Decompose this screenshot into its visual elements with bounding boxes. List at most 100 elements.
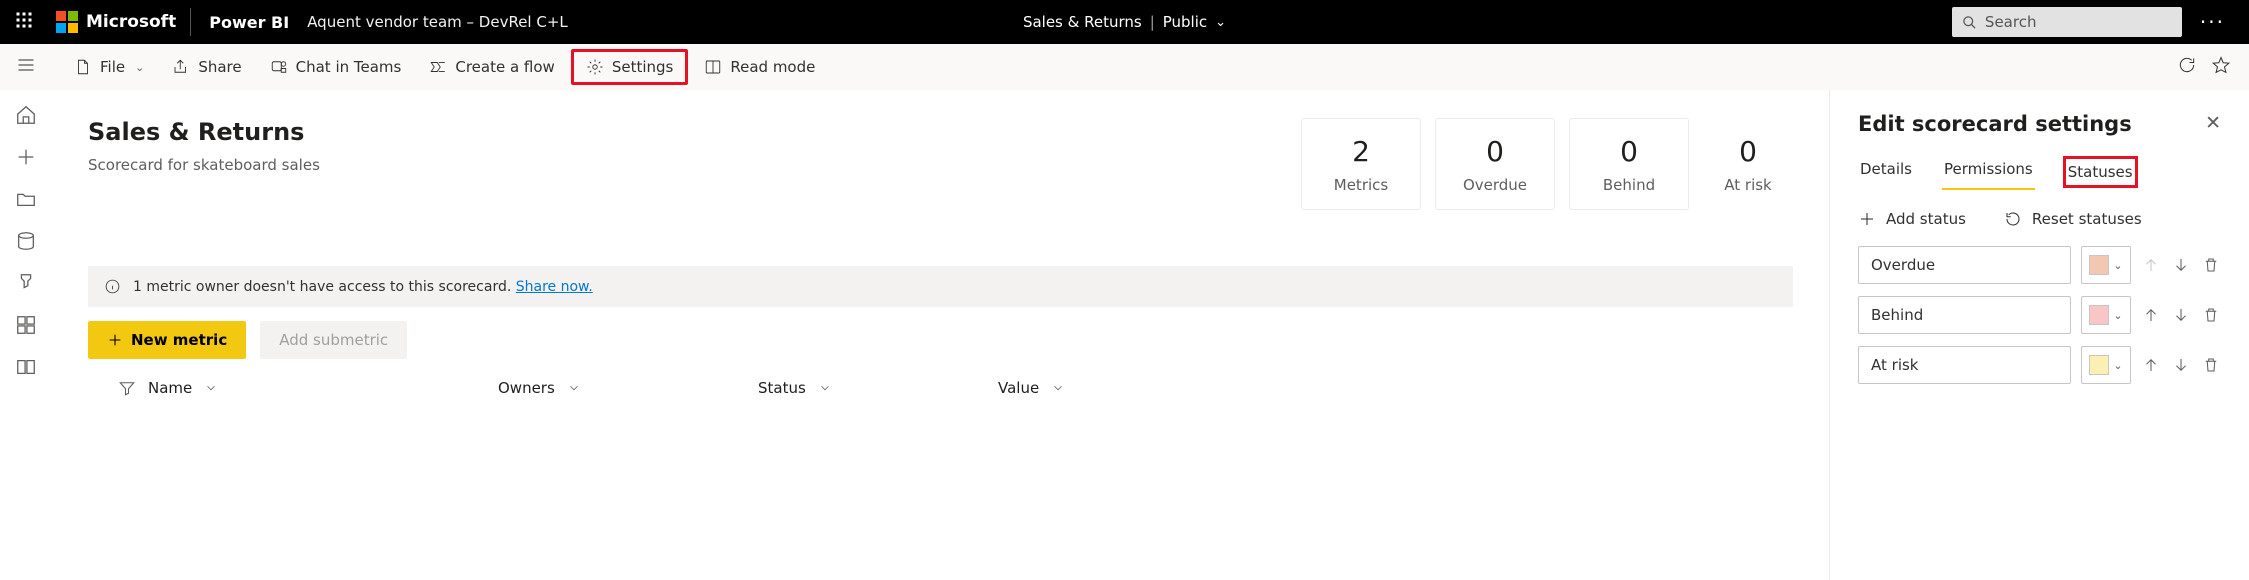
- more-options[interactable]: ···: [2200, 10, 2225, 34]
- tile-value: 0: [1739, 135, 1757, 168]
- learn-nav[interactable]: [15, 356, 37, 378]
- reset-statuses-button[interactable]: Reset statuses: [2004, 210, 2142, 228]
- datahub-nav[interactable]: [15, 230, 37, 252]
- status-row: Behind ⌄: [1858, 296, 2221, 334]
- chevron-down-icon: ⌄: [2113, 309, 2122, 322]
- flow-label: Create a flow: [455, 58, 554, 76]
- workspace-breadcrumb[interactable]: Aquent vendor team – DevRel C+L: [307, 13, 568, 31]
- ms-logo-icon: [56, 11, 78, 33]
- tile-value: 2: [1352, 135, 1370, 168]
- plus-icon: [1858, 210, 1876, 228]
- status-color-picker[interactable]: ⌄: [2081, 246, 2131, 284]
- visibility-label: Public: [1163, 13, 1207, 31]
- nav-toggle[interactable]: [16, 55, 36, 79]
- search-icon: [1962, 15, 1977, 30]
- teams-icon: [270, 58, 288, 76]
- col-name[interactable]: Name: [148, 379, 192, 397]
- plus-icon: [107, 332, 123, 348]
- status-row: At risk ⌄: [1858, 346, 2221, 384]
- move-up-button: [2141, 255, 2161, 275]
- create-flow-button[interactable]: Create a flow: [417, 52, 566, 82]
- move-down-button[interactable]: [2171, 255, 2191, 275]
- chevron-down-icon[interactable]: [1051, 381, 1065, 395]
- gear-icon: [586, 58, 604, 76]
- move-down-button[interactable]: [2171, 355, 2191, 375]
- metrics-nav[interactable]: [15, 272, 37, 294]
- create-nav[interactable]: [15, 146, 37, 168]
- col-status[interactable]: Status: [758, 379, 806, 397]
- share-button[interactable]: Share: [160, 52, 253, 82]
- file-label: File: [100, 58, 125, 76]
- apps-nav[interactable]: [15, 314, 37, 336]
- report-title: Sales & Returns: [1023, 13, 1142, 31]
- share-now-link[interactable]: Share now.: [516, 279, 593, 295]
- metrics-table-header: Name Owners Status Value: [88, 379, 1793, 397]
- add-submetric-label: Add submetric: [279, 331, 388, 349]
- tab-permissions[interactable]: Permissions: [1942, 156, 2035, 188]
- move-up-button[interactable]: [2141, 355, 2161, 375]
- status-name-input[interactable]: Behind: [1858, 296, 2071, 334]
- chevron-down-icon: ⌄: [2113, 359, 2122, 372]
- share-icon: [172, 58, 190, 76]
- access-warning-banner: 1 metric owner doesn't have access to th…: [88, 266, 1793, 307]
- tile-value: 0: [1620, 135, 1638, 168]
- search-input[interactable]: Search: [1952, 7, 2182, 37]
- status-name-input[interactable]: At risk: [1858, 346, 2071, 384]
- banner-text: 1 metric owner doesn't have access to th…: [133, 279, 516, 295]
- tile-label: At risk: [1724, 176, 1771, 194]
- home-nav[interactable]: [15, 104, 37, 126]
- status-color-picker[interactable]: ⌄: [2081, 346, 2131, 384]
- add-submetric-button: Add submetric: [260, 321, 407, 359]
- new-metric-label: New metric: [131, 331, 227, 349]
- chevron-down-icon: ⌄: [1215, 15, 1226, 30]
- delete-status-button[interactable]: [2201, 305, 2221, 325]
- chevron-down-icon[interactable]: [567, 381, 581, 395]
- title-bar-center[interactable]: Sales & Returns | Public ⌄: [1023, 13, 1226, 31]
- tile-overdue[interactable]: 0 Overdue: [1435, 118, 1555, 210]
- readmode-label: Read mode: [730, 58, 815, 76]
- tile-label: Behind: [1603, 176, 1655, 194]
- delete-status-button[interactable]: [2201, 255, 2221, 275]
- left-nav-rail: [0, 90, 52, 580]
- settings-button[interactable]: Settings: [571, 49, 689, 85]
- tile-atrisk[interactable]: 0 At risk: [1703, 118, 1793, 210]
- microsoft-logo: Microsoft: [48, 8, 191, 36]
- chevron-down-icon: ⌄: [2113, 259, 2122, 272]
- app-launcher[interactable]: [0, 11, 48, 33]
- refresh-button[interactable]: [2177, 55, 2197, 79]
- add-status-button[interactable]: Add status: [1858, 210, 1966, 228]
- new-metric-button[interactable]: New metric: [88, 321, 246, 359]
- chevron-down-icon: ⌄: [135, 61, 144, 74]
- move-down-button[interactable]: [2171, 305, 2191, 325]
- tile-metrics[interactable]: 2 Metrics: [1301, 118, 1421, 210]
- tile-behind[interactable]: 0 Behind: [1569, 118, 1689, 210]
- filter-icon[interactable]: [118, 379, 136, 397]
- read-mode-button[interactable]: Read mode: [692, 52, 827, 82]
- browse-nav[interactable]: [15, 188, 37, 210]
- chat-label: Chat in Teams: [296, 58, 402, 76]
- page-subtitle: Scorecard for skateboard sales: [88, 156, 320, 174]
- chat-in-teams-button[interactable]: Chat in Teams: [258, 52, 414, 82]
- ms-brand: Microsoft: [86, 12, 176, 32]
- product-name[interactable]: Power BI: [191, 13, 307, 32]
- page-title: Sales & Returns: [88, 118, 320, 146]
- separator: |: [1150, 13, 1155, 31]
- tile-value: 0: [1486, 135, 1504, 168]
- col-value[interactable]: Value: [998, 379, 1039, 397]
- favorite-button[interactable]: [2211, 55, 2231, 79]
- chevron-down-icon[interactable]: [204, 381, 218, 395]
- file-menu[interactable]: File ⌄: [62, 52, 156, 82]
- chevron-down-icon[interactable]: [818, 381, 832, 395]
- move-up-button[interactable]: [2141, 305, 2161, 325]
- reset-icon: [2004, 210, 2022, 228]
- panel-title: Edit scorecard settings: [1858, 112, 2221, 136]
- close-panel-button[interactable]: ✕: [2205, 112, 2221, 134]
- tab-details[interactable]: Details: [1858, 156, 1914, 188]
- status-color-picker[interactable]: ⌄: [2081, 296, 2131, 334]
- col-owners[interactable]: Owners: [498, 379, 555, 397]
- tile-label: Metrics: [1334, 176, 1388, 194]
- delete-status-button[interactable]: [2201, 355, 2221, 375]
- add-status-label: Add status: [1886, 210, 1966, 228]
- tab-statuses[interactable]: Statuses: [2063, 156, 2138, 188]
- status-name-input[interactable]: Overdue: [1858, 246, 2071, 284]
